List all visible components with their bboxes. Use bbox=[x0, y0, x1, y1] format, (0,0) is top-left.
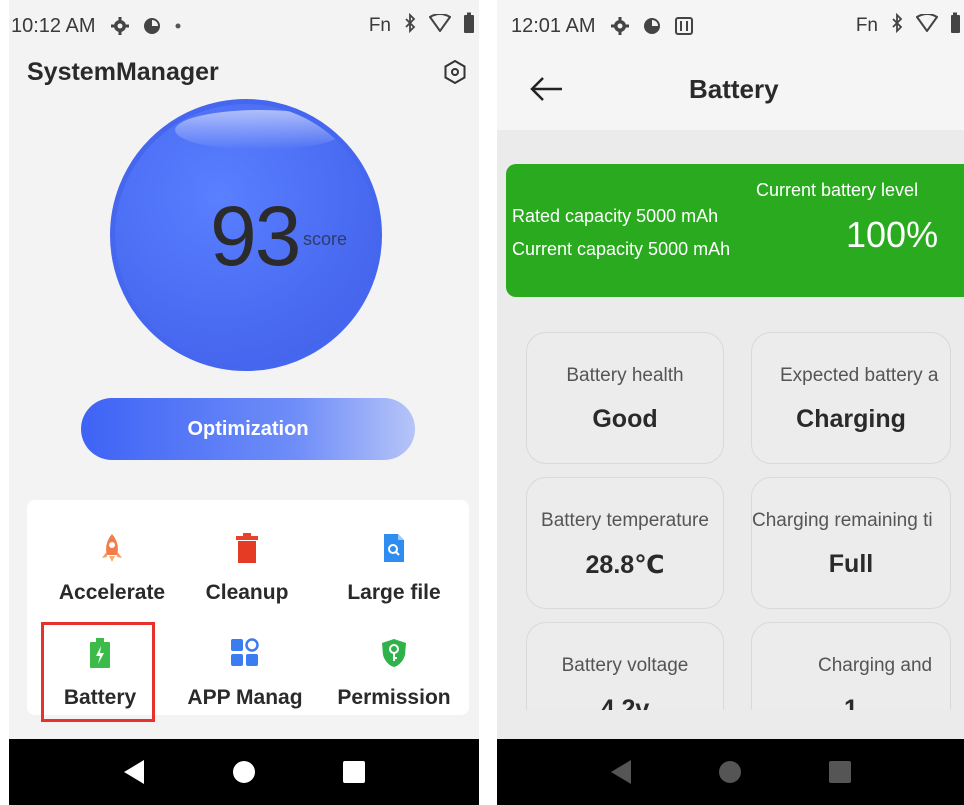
fn-key-indicator: Fn bbox=[368, 15, 391, 36]
tool-label: APP Manag bbox=[187, 686, 303, 709]
stat-label: Charging remaining ti bbox=[752, 510, 933, 531]
app-title: SystemManager bbox=[27, 58, 219, 86]
bluetooth-icon bbox=[403, 12, 417, 39]
fn-key-indicator: Fn bbox=[855, 15, 878, 36]
stat-value: Full bbox=[828, 550, 874, 578]
current-capacity: Current capacity 5000 mAh bbox=[512, 239, 731, 259]
apps-grid-icon bbox=[230, 636, 260, 670]
battery-summary-card: Rated capacity 5000 mAh Current capacity… bbox=[506, 164, 964, 297]
stat-label: Battery temperature bbox=[541, 510, 709, 531]
back-triangle-icon bbox=[123, 760, 144, 784]
nav-back-button[interactable] bbox=[609, 759, 633, 785]
status-bar: 10:12 AM Fn bbox=[9, 0, 479, 52]
score-value: 93 bbox=[210, 189, 301, 283]
navigation-bar bbox=[497, 739, 964, 805]
navigation-bar bbox=[9, 739, 479, 805]
stat-value: 28.8℃ bbox=[585, 551, 665, 579]
stat-label: Expected battery a bbox=[780, 365, 939, 386]
tool-app-manager[interactable]: APP Manag bbox=[180, 610, 310, 710]
settings-gear-status-icon bbox=[110, 16, 130, 36]
trash-icon bbox=[232, 531, 262, 565]
stat-label: Battery voltage bbox=[561, 655, 689, 676]
sim-card-status-icon bbox=[674, 16, 694, 36]
score-label: score bbox=[303, 229, 348, 249]
arrow-left-icon bbox=[530, 77, 562, 101]
nav-home-button[interactable] bbox=[717, 759, 743, 785]
tool-label: Large file bbox=[347, 581, 441, 604]
status-bar: 12:01 AM Fn bbox=[497, 0, 964, 52]
notification-dot-icon bbox=[174, 22, 182, 30]
nav-back-button[interactable] bbox=[122, 759, 146, 785]
settings-button[interactable] bbox=[441, 58, 469, 86]
stat-charging-remaining: Charging remaining ti Full bbox=[751, 477, 951, 609]
score-circle-highlight bbox=[175, 110, 345, 150]
recents-square-icon bbox=[828, 761, 851, 783]
status-time: 10:12 AM bbox=[11, 14, 96, 37]
optimization-button[interactable]: Optimization bbox=[81, 398, 415, 460]
bluetooth-icon bbox=[890, 12, 904, 39]
battery-level-label: Current battery level bbox=[756, 180, 919, 200]
rocket-icon bbox=[97, 531, 127, 565]
tool-cleanup[interactable]: Cleanup bbox=[182, 505, 312, 605]
tool-label: Cleanup bbox=[205, 581, 289, 604]
wifi-icon bbox=[428, 13, 452, 38]
data-saver-status-icon bbox=[642, 16, 662, 36]
stat-battery-temperature: Battery temperature 28.8℃ bbox=[526, 477, 724, 609]
page-title: Battery bbox=[689, 74, 779, 104]
shield-key-icon bbox=[379, 636, 409, 670]
selection-highlight-box bbox=[41, 622, 155, 722]
nav-recents-button[interactable] bbox=[828, 760, 852, 784]
home-circle-icon bbox=[719, 761, 742, 783]
stat-battery-health: Battery health Good bbox=[526, 332, 724, 464]
nav-recents-button[interactable] bbox=[342, 760, 366, 784]
battery-level-value: 100% bbox=[846, 214, 939, 255]
stat-value: Good bbox=[592, 405, 658, 433]
rated-capacity: Rated capacity 5000 mAh bbox=[512, 206, 719, 226]
stat-label: Battery health bbox=[566, 365, 684, 386]
tool-accelerate[interactable]: Accelerate bbox=[47, 505, 177, 605]
settings-gear-status-icon bbox=[610, 16, 630, 36]
tool-permission[interactable]: Permission bbox=[329, 610, 459, 710]
battery-status-icon bbox=[463, 12, 475, 40]
home-circle-icon bbox=[232, 761, 255, 783]
wifi-icon bbox=[915, 13, 939, 38]
nav-home-button[interactable] bbox=[231, 759, 257, 785]
back-triangle-icon bbox=[611, 760, 632, 784]
stat-label: Charging and bbox=[818, 655, 933, 676]
battery-screen: 12:01 AM Fn Battery Rated capacity 5000 … bbox=[497, 0, 964, 805]
top-app-bar: Battery bbox=[497, 52, 964, 130]
file-search-icon bbox=[379, 531, 409, 565]
system-manager-screen: 10:12 AM Fn SystemManager 93 score Optim… bbox=[9, 0, 479, 805]
status-time: 12:01 AM bbox=[511, 14, 596, 37]
data-saver-status-icon bbox=[142, 16, 162, 36]
tool-label: Accelerate bbox=[58, 581, 166, 604]
settings-icon bbox=[444, 59, 466, 85]
stat-expected-battery: Expected battery a Charging bbox=[751, 332, 951, 464]
content-bottom-fade bbox=[497, 710, 964, 739]
recents-square-icon bbox=[343, 761, 366, 783]
stat-value: Charging bbox=[796, 405, 906, 433]
battery-status-icon bbox=[950, 12, 960, 40]
tool-label: Permission bbox=[337, 686, 451, 709]
score-circle: 93 score bbox=[110, 99, 382, 371]
tool-large-file[interactable]: Large file bbox=[329, 505, 459, 605]
back-button[interactable] bbox=[529, 74, 565, 104]
